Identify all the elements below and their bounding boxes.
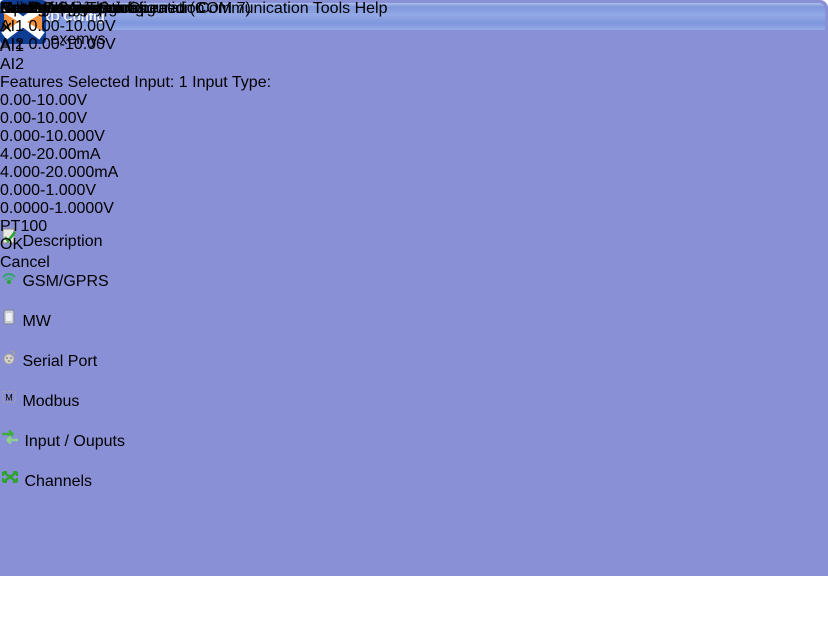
channels-icon [0, 473, 24, 490]
sidebar-item-input-outputs[interactable]: Input / Ouputs [0, 428, 125, 451]
analog-input-list[interactable]: AI1 AI2 [0, 38, 271, 74]
dropdown-option[interactable]: 0.000-10.000V [0, 128, 271, 146]
sidebar-item-serial-port: Serial Port [0, 348, 97, 371]
sidebar-item-channels[interactable]: Channels [0, 468, 92, 491]
menu-tools[interactable]: Tools [313, 0, 350, 17]
cancel-button[interactable]: Cancel [0, 254, 271, 272]
menu-help[interactable]: Help [355, 0, 388, 17]
dialog-close-button[interactable]: ✕ [0, 18, 271, 38]
sidebar-item-label: Channels [24, 473, 92, 490]
input-type-dropdown-list[interactable]: 0.00-10.00V 0.000-10.000V 4.00-20.00mA 4… [0, 110, 271, 236]
input-type-combobox[interactable]: 0.00-10.00V [0, 92, 271, 110]
features-group-label: Features [0, 74, 63, 91]
combobox-value: 0.00-10.00V [0, 92, 87, 109]
serial-port-icon [0, 353, 22, 370]
device-icon [0, 313, 22, 330]
selected-input-label: Selected Input: [68, 74, 175, 91]
svg-text:M: M [5, 393, 13, 403]
screen: GRD Config ✕ File Software Configuration… [0, 0, 828, 629]
edit-analog-input-dialog: Edit Analog Input ✕ AI1 AI2 Features Sel… [0, 0, 271, 272]
dialog-title: Edit Analog Input [0, 0, 121, 17]
list-item-ai2[interactable]: AI2 [0, 56, 271, 74]
dropdown-option[interactable]: 4.000-20.000mA [0, 164, 271, 182]
sidebar-item-label: Modbus [22, 393, 79, 410]
dropdown-option[interactable]: 4.00-20.00mA [0, 146, 271, 164]
close-icon: ✕ [0, 20, 13, 37]
input-output-arrows-icon [0, 433, 24, 450]
dropdown-option[interactable]: 0.0000-1.0000V [0, 200, 271, 218]
sidebar-item-label: Input / Ouputs [24, 433, 125, 450]
dialog-titlebar[interactable]: Edit Analog Input [0, 0, 271, 18]
input-type-label: Input Type: [192, 74, 271, 91]
gsm-signal-icon [0, 273, 22, 290]
ok-button[interactable]: OK [0, 236, 271, 254]
dropdown-option[interactable]: 0.000-1.000V [0, 182, 271, 200]
sidebar-item-modbus: M Modbus [0, 388, 79, 411]
sidebar-item-mw[interactable]: MW [0, 308, 51, 331]
dropdown-option[interactable]: 0.00-10.00V [0, 110, 271, 128]
dropdown-option[interactable]: PT100 [0, 218, 271, 236]
list-item-ai1[interactable]: AI1 [0, 38, 271, 56]
sidebar-item-label: GSM/GPRS [22, 273, 108, 290]
modbus-icon: M [0, 393, 22, 410]
sidebar-item-label: Serial Port [22, 353, 97, 370]
sidebar-item-label: MW [22, 313, 50, 330]
selected-input-value: 1 [179, 74, 188, 91]
